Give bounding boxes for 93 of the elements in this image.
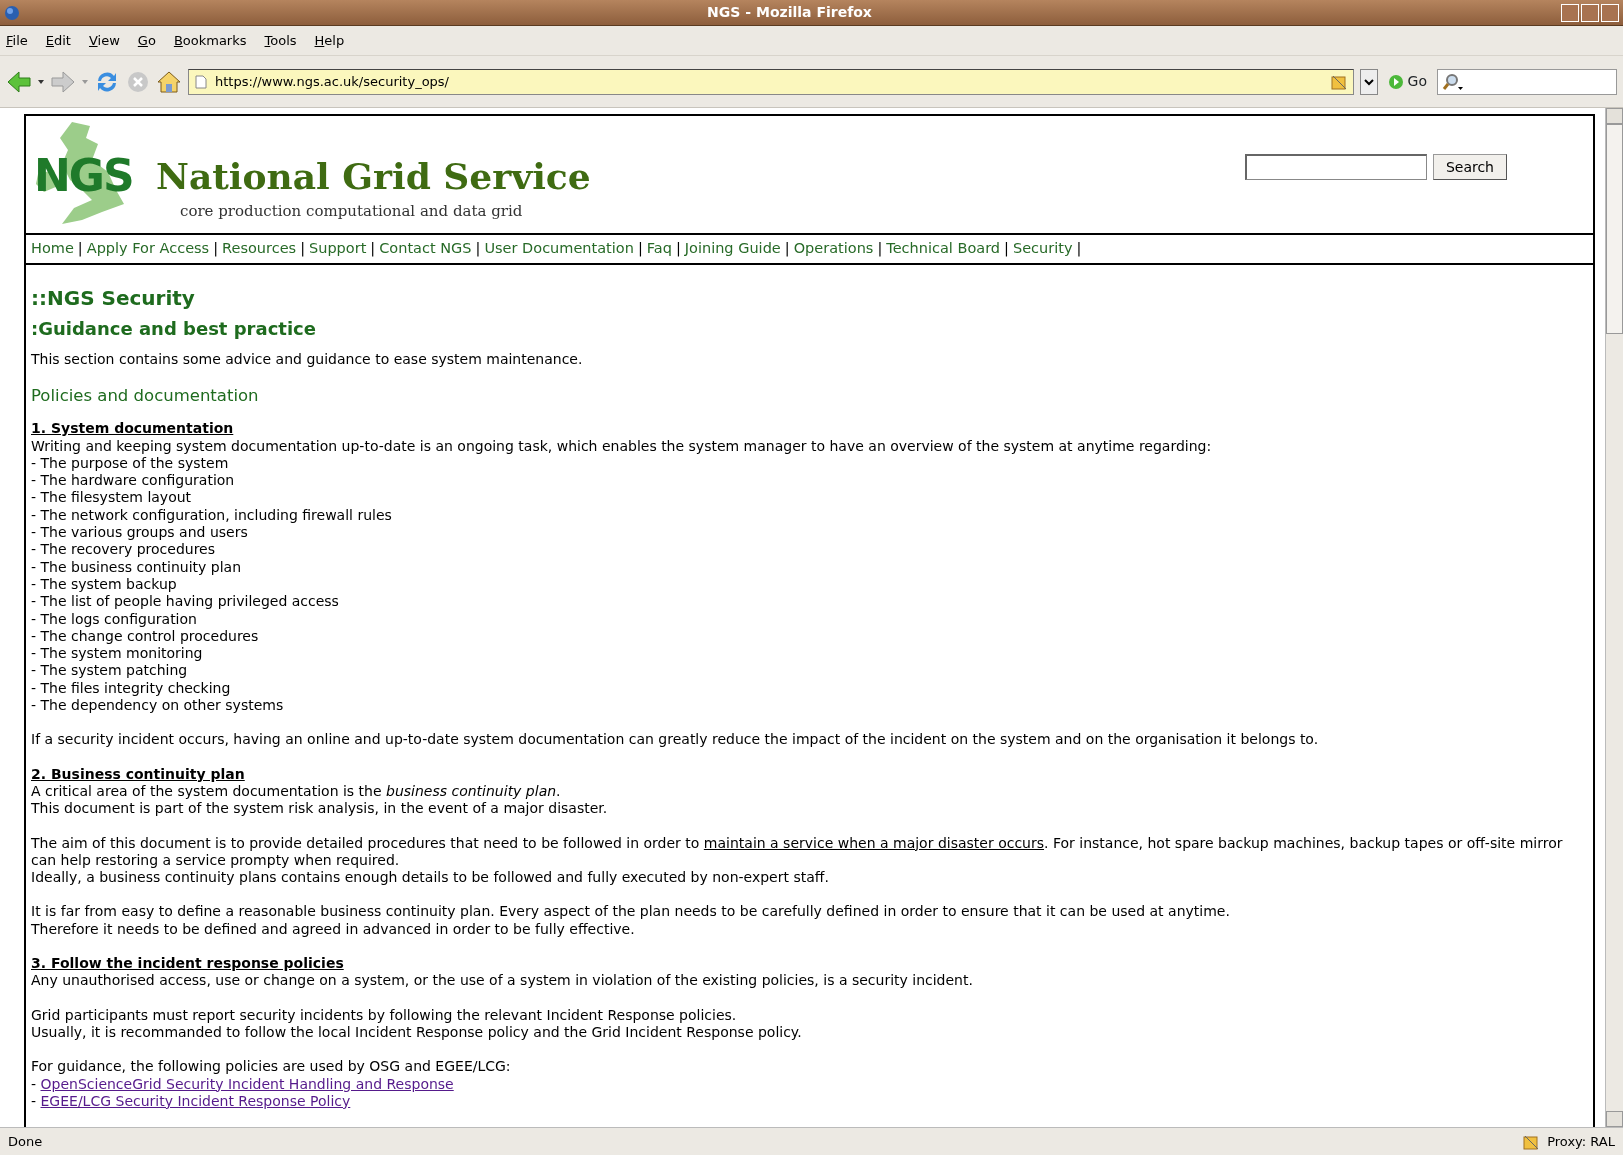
go-button[interactable]: Go [1383, 71, 1431, 92]
paragraph-text: Any unauthorised access, use or change on a system, or the use of a system in violation of the existing policies, is a security incident. [31, 972, 974, 990]
list-line: - The system backup [31, 575, 178, 594]
page-icon [195, 74, 207, 89]
separator: | [637, 239, 643, 259]
list-line: - The dependency on other systems [31, 697, 285, 715]
paragraph-text: Usually, it is recommanded to follow the local Incident Response policy and the Grid Incident Response policy. [31, 1023, 803, 1042]
nav-link[interactable]: Technical Board [886, 238, 1001, 260]
list-line: - The hardware configuration [31, 472, 236, 490]
separator: | [77, 239, 83, 259]
list-line: - EGEE/LCG Security Incident Response Policy [31, 1092, 352, 1111]
minimize-button[interactable] [1561, 3, 1579, 22]
go-icon [1387, 73, 1404, 90]
search-field[interactable] [1244, 154, 1427, 180]
menu-item[interactable]: Edit [45, 30, 71, 51]
scroll-down-button[interactable] [1606, 1111, 1623, 1127]
search-field[interactable] [1437, 68, 1617, 95]
paragraph-text: For guidance, the following policies are used by OSG and EGEE/LCG: [31, 1058, 512, 1076]
list-line: - The list of people having privileged access [31, 593, 340, 611]
menu-item[interactable]: Tools [264, 30, 297, 51]
proxy-status: Proxy: RAL [1547, 1132, 1615, 1151]
paragraph-text: Writing and keeping system documentation up-to-date is an ongoing task, which enables the system manager to have an overview of the system at anytime regarding: [31, 437, 1213, 455]
home-icon[interactable] [156, 69, 182, 94]
separator: | [1004, 239, 1009, 259]
separator: | [300, 239, 305, 259]
menu-item[interactable]: Help [314, 30, 345, 51]
nav-link[interactable]: Resources [222, 238, 297, 260]
paragraph-text: If a security incident occurs, having an online and up-to-date system documentation can greatly reduce the impact of the incident on the system and on the organisation it belongs to. [31, 731, 1320, 749]
menu-item[interactable]: File [6, 30, 28, 51]
section-heading: Policies and documentation [31, 385, 260, 408]
menu-item[interactable]: Go [137, 30, 156, 51]
nav-link[interactable]: User Documentation [484, 238, 634, 260]
nav-link[interactable]: Apply For Access [86, 238, 210, 260]
list-line: - The system monitoring [31, 645, 204, 663]
paragraph-text: This document is part of the system risk analysis, in the event of a major disaster. [31, 800, 609, 818]
forward-arrow-icon[interactable] [50, 69, 76, 94]
separator: | [1076, 239, 1082, 259]
maximize-button[interactable] [1581, 3, 1599, 22]
paragraph-text: A critical area of the system documentation is the business continuity plan. [31, 782, 562, 801]
separator: | [877, 239, 883, 259]
tagline: core production computational and data grid [180, 201, 524, 222]
close-button[interactable] [1601, 3, 1619, 22]
page-subheading: :Guidance and best practice [31, 317, 317, 341]
list-line: - The system patching [31, 662, 189, 680]
stop-icon[interactable] [126, 69, 150, 94]
list-line: - The filesystem layout [31, 489, 193, 507]
list-line: - OpenScienceGrid Security Incident Handling and Response [31, 1075, 455, 1093]
list-line: - The various groups and users [31, 524, 249, 542]
nav-link[interactable]: Operations [793, 238, 874, 260]
separator: | [784, 239, 790, 259]
window-title: NGS - Mozilla Firefox [706, 3, 873, 22]
status-text: Done [8, 1132, 44, 1151]
menu-item[interactable]: View [88, 30, 120, 51]
text-link[interactable]: EGEE/LCG Security Incident Response Policy [40, 1092, 351, 1109]
list-line: - The business continuity plan [31, 558, 243, 576]
list-line: - The logs configuration [31, 610, 198, 628]
nav-link[interactable]: Security [1012, 238, 1073, 260]
paragraph-text: The aim of this document is to provide detailed procedures that need to be followed in order to maintain a service when a major disaster occurs. For instance, hot spare backup machines, backup tapes or off-site mirror can help restoring a service prompty when required. [31, 834, 1564, 870]
site-title: National Grid Service [156, 158, 591, 194]
nav-link[interactable]: Support [309, 238, 367, 260]
menu-item[interactable]: Bookmarks [173, 30, 247, 51]
list-line: - The network configuration, including firewall rules [31, 506, 393, 525]
subsection-title: 1. System documentation [31, 420, 235, 438]
dropdown-icon[interactable] [38, 79, 44, 84]
search-icon [1442, 72, 1464, 91]
separator: | [213, 239, 219, 259]
search-button[interactable]: Search [1432, 154, 1507, 180]
separator: | [675, 239, 681, 259]
scrollbar-thumb[interactable] [1606, 124, 1623, 334]
nav-link[interactable]: Faq [646, 238, 672, 260]
page-heading: ::NGS Security [31, 285, 196, 311]
paragraph-text: It is far from easy to define a reasonable business continuity plan. Every aspect of the plan needs to be carefully defined in order to ensure that it can be used at anytime. [31, 903, 1231, 921]
scroll-up-button[interactable] [1606, 108, 1623, 124]
subsection-title: 3. Follow the incident response policies [31, 955, 345, 973]
paragraph-text: Therefore it needs to be defined and agreed in advanced in order to be fully effective. [31, 920, 636, 938]
subsection-title: 2. Business continuity plan [31, 765, 246, 783]
separator: | [475, 239, 481, 259]
list-line: - The purpose of the system [31, 454, 230, 473]
paragraph-text: Grid participants must report security incidents by following the relevant Incident Response policies. [31, 1006, 738, 1024]
back-arrow-icon[interactable] [6, 69, 32, 94]
list-line: - The files integrity checking [31, 679, 232, 698]
dropdown-icon[interactable] [1359, 68, 1378, 95]
text-link[interactable]: OpenScienceGrid Security Incident Handling and Response [40, 1075, 454, 1092]
separator: | [370, 239, 376, 259]
paragraph-text: Ideally, a business continuity plans contains enough details to be followed and fully executed by non-expert staff. [31, 869, 830, 887]
paragraph-text: This section contains some advice and guidance to ease system maintenance. [31, 351, 584, 369]
nav-link[interactable]: Home [31, 238, 74, 260]
list-line: - The change control procedures [31, 627, 260, 646]
list-line: - The recovery procedures [31, 541, 217, 559]
globe-icon [4, 4, 20, 21]
address-bar[interactable]: https://www.ngs.ac.uk/security_ops/ [188, 68, 1354, 95]
nav-link[interactable]: Joining Guide [684, 238, 781, 260]
nav-link[interactable]: Contact NGS [379, 238, 472, 260]
